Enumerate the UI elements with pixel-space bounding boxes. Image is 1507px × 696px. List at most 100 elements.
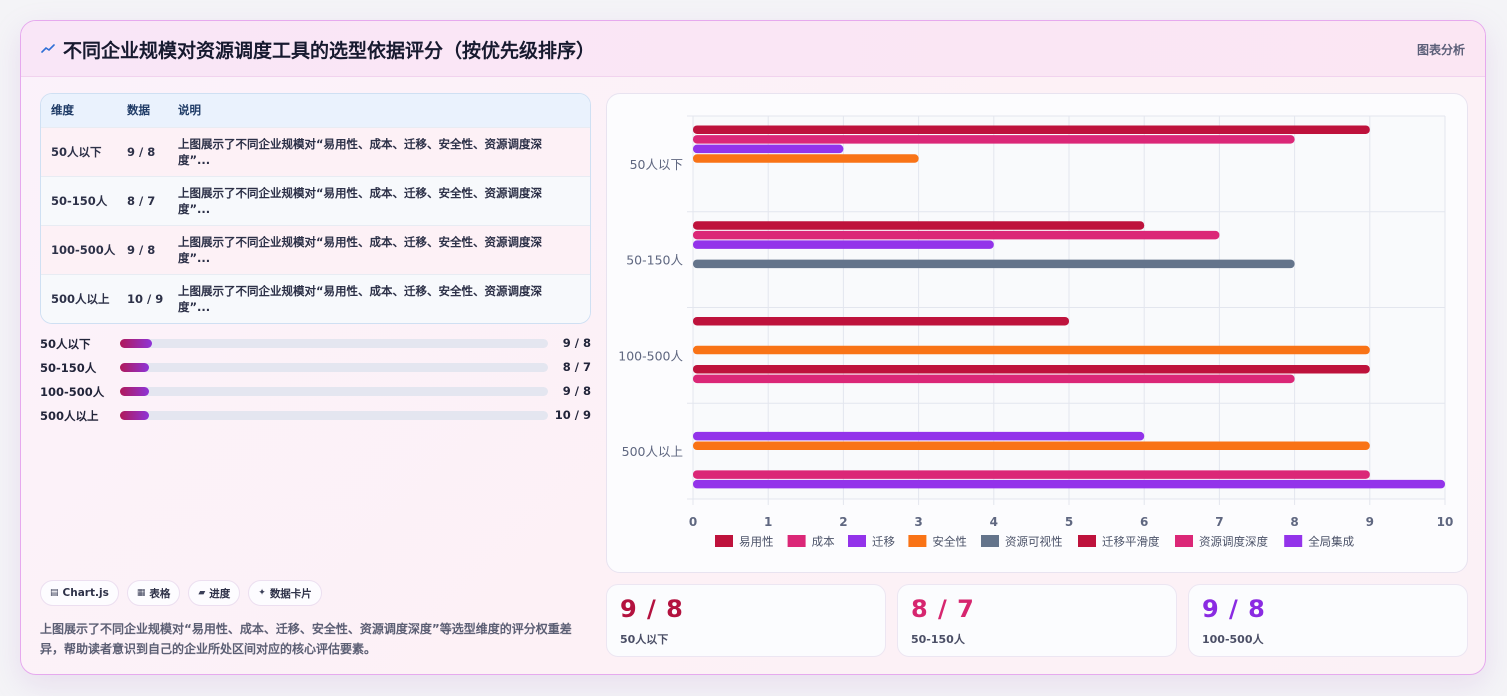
- legend-swatch: [787, 535, 806, 547]
- row-dim: 100-500人: [51, 242, 116, 257]
- chip-table[interactable]: ▦ 表格: [126, 580, 181, 606]
- chip-label: 表格: [149, 587, 171, 600]
- column-header-dim: 维度: [51, 103, 74, 118]
- kpi-value: 9 / 8: [1202, 595, 1266, 623]
- legend-label: 易用性: [739, 535, 774, 549]
- row-data: 9 / 8: [127, 242, 156, 257]
- card-header: 不同企业规模对资源调度工具的选型依据评分（按优先级排序） 图表分析: [21, 21, 1485, 77]
- bar: [693, 221, 1145, 230]
- row-data: 10 / 9: [127, 291, 164, 306]
- legend-swatch: [1078, 535, 1096, 547]
- row-desc: 上图展示了不同企业规模对“易用性、成本、迁移、安全性、资源调度深度”...: [178, 283, 543, 314]
- x-tick-label: 10: [1437, 515, 1454, 529]
- chip-label: 数据卡片: [269, 587, 312, 600]
- bar: [693, 470, 1370, 479]
- bar: [693, 345, 1370, 355]
- table-row: 500人以上 10 / 9 上图展示了不同企业规模对“易用性、成本、迁移、安全性…: [41, 274, 590, 323]
- legend-label: 资源可视性: [1005, 535, 1063, 549]
- progress-icon: ▰: [198, 588, 206, 598]
- bar: [693, 364, 1370, 374]
- y-tick-label: 100-500人: [618, 348, 683, 363]
- legend-label: 资源调度深度: [1199, 535, 1268, 549]
- progress-label: 50-150人: [40, 361, 97, 375]
- x-tick-label: 2: [839, 515, 847, 529]
- progress-track: [120, 363, 548, 372]
- bar-chart: 0 1 2 3 4 5 6 7 8 9 10 50人以下 50-150人 100-500人 500人以上易用…: [618, 115, 1454, 549]
- x-tick-label: 7: [1215, 515, 1223, 529]
- row-desc: 上图展示了不同企业规模对“易用性、成本、迁移、安全性、资源调度深度”...: [178, 136, 543, 167]
- x-tick-label: 4: [990, 515, 998, 529]
- chart-analysis-tag: 图表分析: [1416, 43, 1465, 57]
- row-dim: 50-150人: [51, 193, 108, 208]
- y-tick-label: 50-150人: [626, 253, 683, 268]
- row-desc: 上图展示了不同企业规模对“易用性、成本、迁移、安全性、资源调度深度”...: [178, 234, 543, 265]
- legend-label: 迁移: [872, 535, 895, 549]
- legend-swatch: [981, 535, 999, 547]
- bar: [693, 144, 844, 154]
- progress-row: 500人以上 10 / 9: [40, 408, 591, 423]
- legend-swatch: [848, 535, 866, 547]
- progress-label: 100-500人: [40, 385, 105, 399]
- chip-progress[interactable]: ▰ 进度: [188, 580, 241, 606]
- progress-fill: [120, 339, 153, 348]
- row-dim: 500人以上: [51, 291, 110, 306]
- chart-icon: ▤: [50, 588, 59, 598]
- bar: [693, 479, 1445, 489]
- table-row: 100-500人 9 / 8 上图展示了不同企业规模对“易用性、成本、迁移、安全…: [41, 225, 590, 274]
- kpi-value: 8 / 7: [911, 595, 975, 623]
- table-icon: ▦: [136, 588, 146, 598]
- page-title: 不同企业规模对资源调度工具的选型依据评分（按优先级排序）: [63, 40, 596, 62]
- kpi-value: 9 / 8: [620, 595, 684, 623]
- kpi-label: 100-500人: [1202, 633, 1264, 646]
- x-tick-label: 1: [764, 515, 772, 529]
- progress-fill: [120, 387, 150, 396]
- column-header-data: 数据: [127, 103, 150, 118]
- table-header-row: 维度 数据 说明: [41, 94, 590, 127]
- x-tick-label: 6: [1140, 515, 1148, 529]
- progress-value: 9 / 8: [562, 384, 591, 398]
- bar: [693, 431, 1145, 441]
- kpi-label: 50-150人: [911, 633, 965, 646]
- progress-row: 100-500人 9 / 8: [40, 384, 591, 399]
- bar: [693, 154, 919, 163]
- progress-fill: [120, 363, 150, 372]
- bar: [693, 259, 1295, 269]
- progress-label: 50人以下: [40, 337, 91, 351]
- progress-row: 50人以下 9 / 8: [40, 336, 591, 351]
- y-tick-label: 50人以下: [630, 157, 683, 172]
- bar: [693, 316, 1069, 326]
- chip-chartjs[interactable]: ▤ Chart.js: [40, 580, 119, 606]
- legend-label: 成本: [812, 535, 835, 549]
- bar: [693, 374, 1295, 384]
- kpi-card: 9 / 8 50人以下: [606, 584, 886, 657]
- legend-swatch: [908, 535, 927, 547]
- legend-swatch: [1284, 535, 1303, 547]
- sparkle-icon: ✦: [258, 588, 266, 598]
- column-header-desc: 说明: [178, 103, 201, 118]
- progress-track: [120, 339, 548, 348]
- progress-track: [120, 411, 548, 420]
- legend-label: 全局集成: [1308, 535, 1354, 549]
- legend-swatch: [1175, 535, 1193, 547]
- data-table: 维度 数据 说明 50人以下 9 / 8 上图展示了不同企业规模对“易用性、成本…: [40, 93, 591, 324]
- bar: [693, 441, 1370, 451]
- progress-value: 8 / 7: [562, 360, 591, 374]
- kpi-card: 8 / 7 50-150人: [897, 584, 1177, 657]
- bar: [693, 230, 1220, 240]
- chip-data-cards[interactable]: ✦ 数据卡片: [248, 580, 322, 606]
- feature-chips: ▤ Chart.js ▦ 表格 ▰ 进度 ✦ 数据卡片: [40, 580, 322, 606]
- x-tick-label: 5: [1065, 515, 1073, 529]
- trend-icon: [41, 44, 55, 53]
- chart-card: 不同企业规模对资源调度工具的选型依据评分（按优先级排序） 图表分析 维度 数据 …: [20, 20, 1486, 675]
- kpi-label: 50人以下: [620, 633, 669, 646]
- summary-text: 上图展示了不同企业规模对“易用性、成本、迁移、安全性、资源调度深度”等选型维度的…: [40, 622, 572, 656]
- progress-value: 10 / 9: [554, 408, 591, 422]
- progress-value: 9 / 8: [562, 336, 591, 350]
- bar: [693, 135, 1295, 144]
- row-dim: 50人以下: [51, 144, 102, 159]
- row-data: 9 / 8: [127, 144, 156, 159]
- x-tick-label: 3: [914, 515, 922, 529]
- row-data: 8 / 7: [127, 193, 156, 208]
- table-row: 50-150人 8 / 7 上图展示了不同企业规模对“易用性、成本、迁移、安全性…: [41, 176, 590, 225]
- bar-chart-panel: 0 1 2 3 4 5 6 7 8 9 10 50人以下 50-150人 100-500人 500人以上 易用…: [606, 93, 1468, 573]
